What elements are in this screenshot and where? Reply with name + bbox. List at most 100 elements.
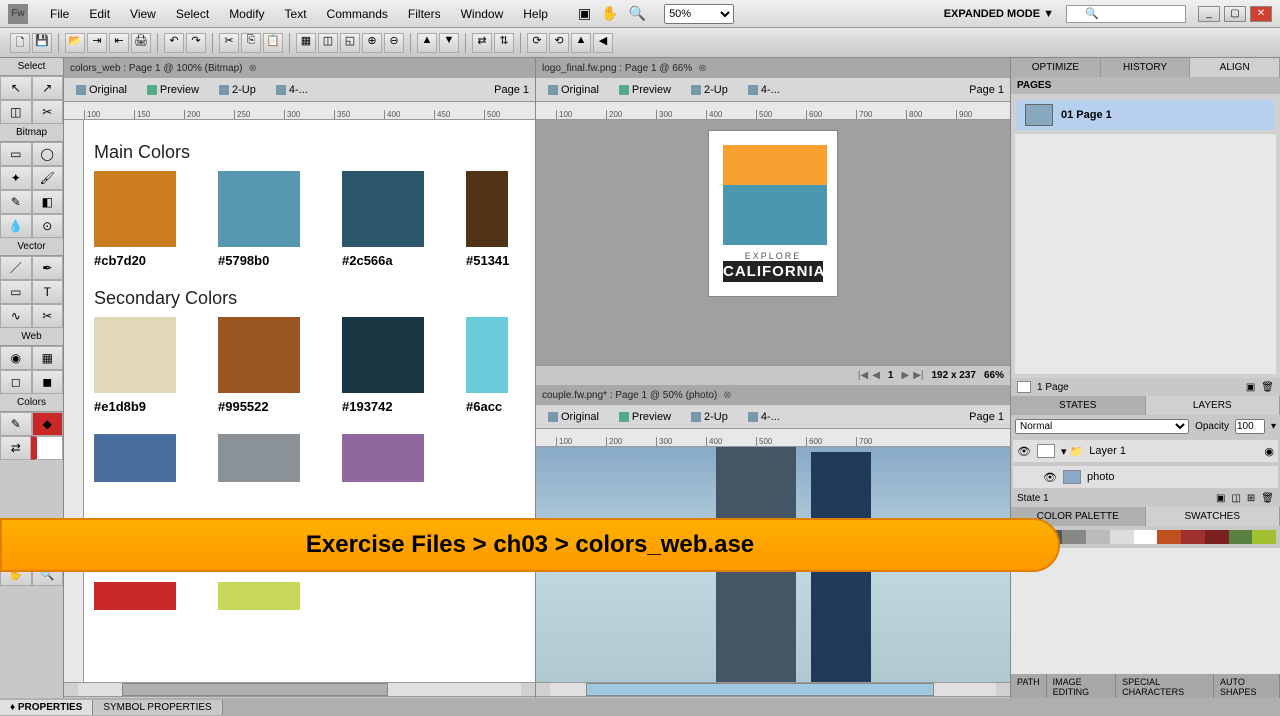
swap-colors[interactable]: ⇄ (0, 436, 31, 460)
scale-tool[interactable]: ◫ (0, 100, 32, 124)
tab-image-editing[interactable]: IMAGE EDITING (1047, 674, 1116, 700)
close-button[interactable]: ✕ (1250, 6, 1272, 22)
menu-modify[interactable]: Modify (219, 3, 274, 25)
default-colors[interactable] (31, 436, 63, 460)
new-bitmap-icon[interactable]: ⊞ (1247, 493, 1255, 504)
new-layer-icon[interactable]: ▣ (1216, 493, 1225, 504)
menu-select[interactable]: Select (166, 3, 219, 25)
export-icon[interactable]: ⇤ (109, 33, 129, 53)
show-slices-tool[interactable]: ◼ (32, 370, 64, 394)
tab-history[interactable]: HISTORY (1101, 58, 1191, 77)
view-original[interactable]: Original (70, 82, 133, 98)
layer-photo[interactable]: 👁 photo (1013, 466, 1278, 488)
new-icon[interactable]: 🗋 (10, 33, 30, 53)
view-4up[interactable]: 4-... (742, 82, 786, 98)
close-icon[interactable]: ⊗ (248, 63, 256, 74)
knife-tool[interactable]: ✂ (32, 304, 64, 328)
visibility-icon[interactable]: 👁 (1043, 471, 1057, 484)
align-icon[interactable]: ▦ (296, 33, 316, 53)
mirror-v-icon[interactable]: ◀ (593, 33, 613, 53)
menu-commands[interactable]: Commands (317, 3, 398, 25)
view-preview[interactable]: Preview (613, 409, 677, 425)
minimize-button[interactable]: _ (1198, 6, 1220, 22)
group-icon[interactable]: ◫ (318, 33, 338, 53)
mirror-h-icon[interactable]: ▲ (571, 33, 591, 53)
freeform-tool[interactable]: ∿ (0, 304, 32, 328)
target-icon[interactable]: ◉ (1264, 445, 1274, 458)
workspace-mode[interactable]: EXPANDED MODE ▼ (944, 8, 1054, 20)
pen-tool[interactable]: ✒ (32, 256, 64, 280)
visibility-icon[interactable]: 👁 (1017, 445, 1031, 458)
open-icon[interactable]: 📂 (65, 33, 85, 53)
close-icon[interactable]: ⊗ (723, 390, 731, 401)
view-original[interactable]: Original (542, 409, 605, 425)
rect-tool[interactable]: ▭ (0, 280, 32, 304)
tab-swatches[interactable]: SWATCHES (1146, 507, 1280, 526)
layer-1[interactable]: 👁 ▾ 📁Layer 1 ◉ (1013, 440, 1278, 462)
tab-optimize[interactable]: OPTIMIZE (1011, 58, 1101, 77)
view-original[interactable]: Original (542, 82, 605, 98)
tab-states[interactable]: STATES (1011, 396, 1146, 415)
save-icon[interactable]: 💾 (32, 33, 52, 53)
delete-layer-icon[interactable]: 🗑 (1261, 493, 1274, 504)
rotate-ccw-icon[interactable]: ⟲ (549, 33, 569, 53)
hscroll-colors[interactable] (64, 682, 535, 696)
ungroup-icon[interactable]: ◱ (340, 33, 360, 53)
menu-view[interactable]: View (120, 3, 166, 25)
page-item-01[interactable]: 01 Page 1 (1017, 100, 1274, 130)
view-4up[interactable]: 4-... (742, 409, 786, 425)
line-tool[interactable]: ／ (0, 256, 32, 280)
tab-layers[interactable]: LAYERS (1146, 396, 1280, 415)
opacity-dropdown-icon[interactable]: ▾ (1271, 421, 1276, 432)
doc-tab-logo[interactable]: logo_final.fw.png : Page 1 @ 66% (542, 63, 692, 74)
front-icon[interactable]: ▲ (417, 33, 437, 53)
import-icon[interactable]: ⇥ (87, 33, 107, 53)
join-icon[interactable]: ⊕ (362, 33, 382, 53)
opacity-input[interactable] (1235, 419, 1265, 434)
new-page-icon[interactable]: ▣ (1246, 382, 1255, 393)
blur-tool[interactable]: 💧 (0, 214, 32, 238)
wand-tool[interactable]: ✦ (0, 166, 32, 190)
slice-tool[interactable]: ▦ (32, 346, 64, 370)
maximize-button[interactable]: ▢ (1224, 6, 1246, 22)
new-sublayer-icon[interactable]: ◫ (1231, 493, 1240, 504)
hide-slices-tool[interactable]: ◻ (0, 370, 32, 394)
print-icon[interactable]: 🖨 (131, 33, 151, 53)
pencil-tool[interactable]: ✎ (0, 190, 32, 214)
pointer-tool[interactable]: ↖ (0, 76, 32, 100)
lasso-tool[interactable]: ◯ (32, 142, 64, 166)
tab-path[interactable]: PATH (1011, 674, 1047, 700)
tab-special-chars[interactable]: SPECIAL CHARACTERS (1116, 674, 1214, 700)
eraser-tool[interactable]: ◧ (32, 190, 64, 214)
copy-icon[interactable]: ⎘ (241, 33, 261, 53)
paste-icon[interactable]: 📋 (263, 33, 283, 53)
menu-text[interactable]: Text (275, 3, 317, 25)
canvas-colors[interactable]: Main Colors #cb7d20 #5798b0 #2c566a #513… (84, 120, 535, 682)
redo-icon[interactable]: ↷ (186, 33, 206, 53)
menu-help[interactable]: Help (513, 3, 558, 25)
doc-tab-couple[interactable]: couple.fw.png* : Page 1 @ 50% (photo) (542, 390, 717, 401)
back-icon[interactable]: ▼ (439, 33, 459, 53)
subselect-tool[interactable]: ↗ (32, 76, 64, 100)
search-input[interactable] (1066, 5, 1186, 23)
hand-icon[interactable]: ✋ (601, 5, 618, 22)
view-preview[interactable]: Preview (613, 82, 677, 98)
fill-color[interactable]: ◆ (32, 412, 64, 436)
menu-filters[interactable]: Filters (398, 3, 451, 25)
hotspot-tool[interactable]: ◉ (0, 346, 32, 370)
tab-properties[interactable]: ♦ PROPERTIES (0, 700, 93, 715)
menu-file[interactable]: File (40, 3, 79, 25)
rotate-icon[interactable]: ⟳ (527, 33, 547, 53)
flip-v-icon[interactable]: ⇅ (494, 33, 514, 53)
zoom-select[interactable]: 50% (664, 4, 734, 24)
tab-symbol-properties[interactable]: SYMBOL PROPERTIES (93, 700, 222, 715)
view-2up[interactable]: 2-Up (685, 82, 734, 98)
brush-tool[interactable]: 🖌 (32, 166, 64, 190)
cut-icon[interactable]: ✂ (219, 33, 239, 53)
split-icon[interactable]: ⊖ (384, 33, 404, 53)
marquee-tool[interactable]: ▭ (0, 142, 32, 166)
canvas-logo[interactable]: EXPLORE CALIFORNIA (536, 120, 1010, 365)
view-2up[interactable]: 2-Up (685, 409, 734, 425)
menu-window[interactable]: Window (451, 3, 514, 25)
bridge-icon[interactable]: ▣ (578, 5, 591, 22)
